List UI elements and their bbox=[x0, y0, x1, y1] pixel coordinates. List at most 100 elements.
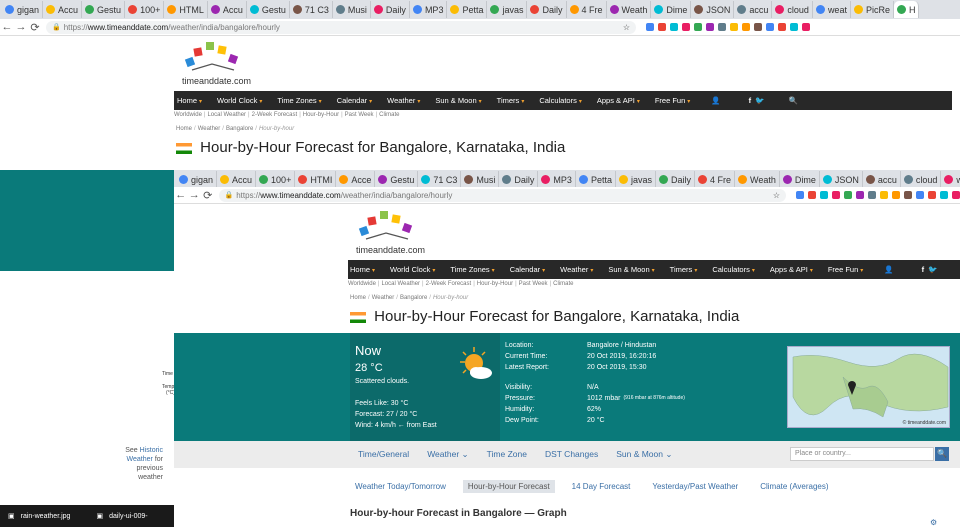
browser-tab[interactable]: Acce bbox=[336, 171, 376, 188]
extension-icon[interactable] bbox=[730, 23, 738, 31]
settings-icon[interactable]: ⚙ bbox=[930, 518, 937, 527]
browser-tab[interactable]: HTMI bbox=[295, 171, 337, 188]
nav-item[interactable]: Sun & Moon ▾ bbox=[608, 265, 654, 274]
subnav-item[interactable]: Sun & Moon ⌄ bbox=[616, 449, 672, 460]
browser-tab[interactable]: cloud bbox=[772, 1, 813, 18]
browser-tab[interactable]: 4 Fre bbox=[567, 1, 607, 18]
subcrumb-link[interactable]: Climate bbox=[553, 281, 573, 287]
nav-item[interactable]: Calculators ▾ bbox=[539, 96, 582, 105]
subnav-item[interactable]: Time/General bbox=[358, 449, 409, 460]
breadcrumb-link[interactable]: Home bbox=[176, 126, 192, 132]
browser-tab[interactable]: gigan bbox=[176, 171, 218, 188]
browser-tab[interactable]: 71 C3 bbox=[418, 171, 462, 188]
nav-item[interactable]: Home ▾ bbox=[350, 265, 375, 274]
browser-tab[interactable]: Daily bbox=[656, 171, 695, 188]
url-field[interactable]: 🔒 https://www.timeanddate.com/weather/in… bbox=[46, 20, 636, 34]
location-map[interactable]: © timeanddate.com bbox=[787, 346, 950, 428]
nav-item[interactable]: Free Fun ▾ bbox=[655, 96, 690, 105]
browser-tab[interactable]: javas bbox=[616, 171, 656, 188]
nav-item[interactable]: Time Zones ▾ bbox=[450, 265, 494, 274]
extension-icon[interactable] bbox=[706, 23, 714, 31]
browser-tab[interactable]: Weath bbox=[607, 1, 652, 18]
browser-tab[interactable]: Accu bbox=[43, 1, 83, 18]
browser-tab[interactable]: accu bbox=[734, 1, 773, 18]
subcrumb-link[interactable]: Climate bbox=[379, 112, 399, 118]
facebook-icon[interactable]: f bbox=[922, 265, 925, 274]
extension-icon[interactable] bbox=[855, 191, 864, 199]
subnav-item[interactable]: Time Zone bbox=[487, 449, 527, 460]
nav-item[interactable]: Calculators ▾ bbox=[712, 265, 755, 274]
subcrumb-link[interactable]: Past Week bbox=[519, 281, 548, 287]
browser-tab[interactable]: Daily bbox=[527, 1, 567, 18]
nav-item[interactable]: World Clock ▾ bbox=[217, 96, 262, 105]
forecast-view-tab[interactable]: Yesterday/Past Weather bbox=[647, 480, 743, 493]
extension-icon[interactable] bbox=[831, 191, 840, 199]
reload-icon[interactable]: ⟳ bbox=[201, 189, 215, 202]
breadcrumb-link[interactable]: Hour-by-hour bbox=[433, 295, 468, 301]
browser-tab[interactable]: wea bbox=[941, 171, 960, 188]
browser-tab[interactable]: Dime bbox=[780, 171, 820, 188]
browser-tab[interactable]: MP3 bbox=[410, 1, 448, 18]
nav-item[interactable]: Weather ▾ bbox=[387, 96, 420, 105]
logo[interactable]: timeanddate.com bbox=[310, 205, 474, 260]
browser-tab[interactable]: Daily bbox=[371, 1, 410, 18]
nav-item[interactable]: Home ▾ bbox=[177, 96, 202, 105]
twitter-icon[interactable]: 🐦 bbox=[928, 265, 937, 274]
extension-icon[interactable] bbox=[867, 191, 876, 199]
browser-tab[interactable]: Musi bbox=[333, 1, 371, 18]
browser-tab[interactable]: Petta bbox=[447, 1, 488, 18]
extension-icon[interactable] bbox=[795, 191, 804, 199]
back-icon[interactable]: ← bbox=[174, 189, 188, 201]
breadcrumb-link[interactable]: Home bbox=[350, 295, 366, 301]
browser-tab[interactable]: cloud bbox=[901, 171, 942, 188]
extension-icon[interactable] bbox=[891, 191, 900, 199]
extension-icon[interactable] bbox=[742, 23, 750, 31]
extension-icon[interactable] bbox=[754, 23, 762, 31]
browser-tab[interactable]: 100+ bbox=[125, 1, 165, 18]
nav-item[interactable]: Timers ▾ bbox=[497, 96, 525, 105]
forward-icon[interactable]: → bbox=[188, 189, 202, 201]
extension-icon[interactable] bbox=[843, 191, 852, 199]
extension-icon[interactable] bbox=[802, 23, 810, 31]
nav-item[interactable]: Apps & API ▾ bbox=[597, 96, 640, 105]
extension-icon[interactable] bbox=[694, 23, 702, 31]
browser-tab[interactable]: 71 C3 bbox=[290, 1, 333, 18]
nav-item[interactable]: Apps & API ▾ bbox=[770, 265, 813, 274]
browser-tab[interactable]: accu bbox=[863, 171, 901, 188]
extension-icon[interactable] bbox=[670, 23, 678, 31]
place-search-input[interactable]: Place or country... bbox=[790, 447, 934, 461]
extension-icon[interactable] bbox=[807, 191, 816, 199]
browser-tab[interactable]: H bbox=[893, 1, 920, 18]
subcrumb-link[interactable]: Local Weather bbox=[207, 112, 246, 118]
extension-icon[interactable] bbox=[766, 23, 774, 31]
extension-icon[interactable] bbox=[951, 191, 960, 199]
subcrumb-link[interactable]: Hour-by-Hour bbox=[477, 281, 513, 287]
forecast-view-tab[interactable]: Weather Today/Tomorrow bbox=[350, 480, 451, 493]
url-field[interactable]: 🔒 https://www.timeanddate.com/weather/in… bbox=[218, 188, 786, 202]
subcrumb-link[interactable]: Worldwide bbox=[174, 112, 202, 118]
browser-tab[interactable]: Accu bbox=[208, 1, 247, 18]
nav-item[interactable]: Free Fun ▾ bbox=[828, 265, 863, 274]
breadcrumb-link[interactable]: Weather bbox=[198, 126, 221, 132]
subnav-item[interactable]: DST Changes bbox=[545, 449, 598, 460]
subcrumb-link[interactable]: 2-Week Forecast bbox=[426, 281, 472, 287]
extension-icon[interactable] bbox=[927, 191, 936, 199]
star-icon[interactable]: ☆ bbox=[773, 191, 780, 200]
browser-tab[interactable]: 100+ bbox=[256, 171, 296, 188]
browser-tab[interactable]: JSON bbox=[820, 171, 863, 188]
historic-weather-link[interactable]: See Historic Weather for previous weathe… bbox=[125, 446, 163, 482]
back-icon[interactable]: ← bbox=[0, 21, 14, 33]
forecast-view-tab[interactable]: Hour-by-Hour Forecast bbox=[462, 480, 555, 493]
star-icon[interactable]: ☆ bbox=[623, 23, 630, 32]
forward-icon[interactable]: → bbox=[14, 21, 28, 33]
browser-tab[interactable]: Accu bbox=[217, 171, 257, 188]
nav-item[interactable]: Calendar ▾ bbox=[337, 96, 372, 105]
extension-icon[interactable] bbox=[682, 23, 690, 31]
extension-icon[interactable] bbox=[718, 23, 726, 31]
logo[interactable]: timeanddate.com bbox=[136, 36, 300, 91]
nav-item[interactable]: Calendar ▾ bbox=[510, 265, 545, 274]
browser-tab[interactable]: weat bbox=[813, 1, 851, 18]
breadcrumb-link[interactable]: Hour-by-hour bbox=[259, 126, 294, 132]
nav-item[interactable]: World Clock ▾ bbox=[390, 265, 435, 274]
subcrumb-link[interactable]: Local Weather bbox=[381, 281, 420, 287]
